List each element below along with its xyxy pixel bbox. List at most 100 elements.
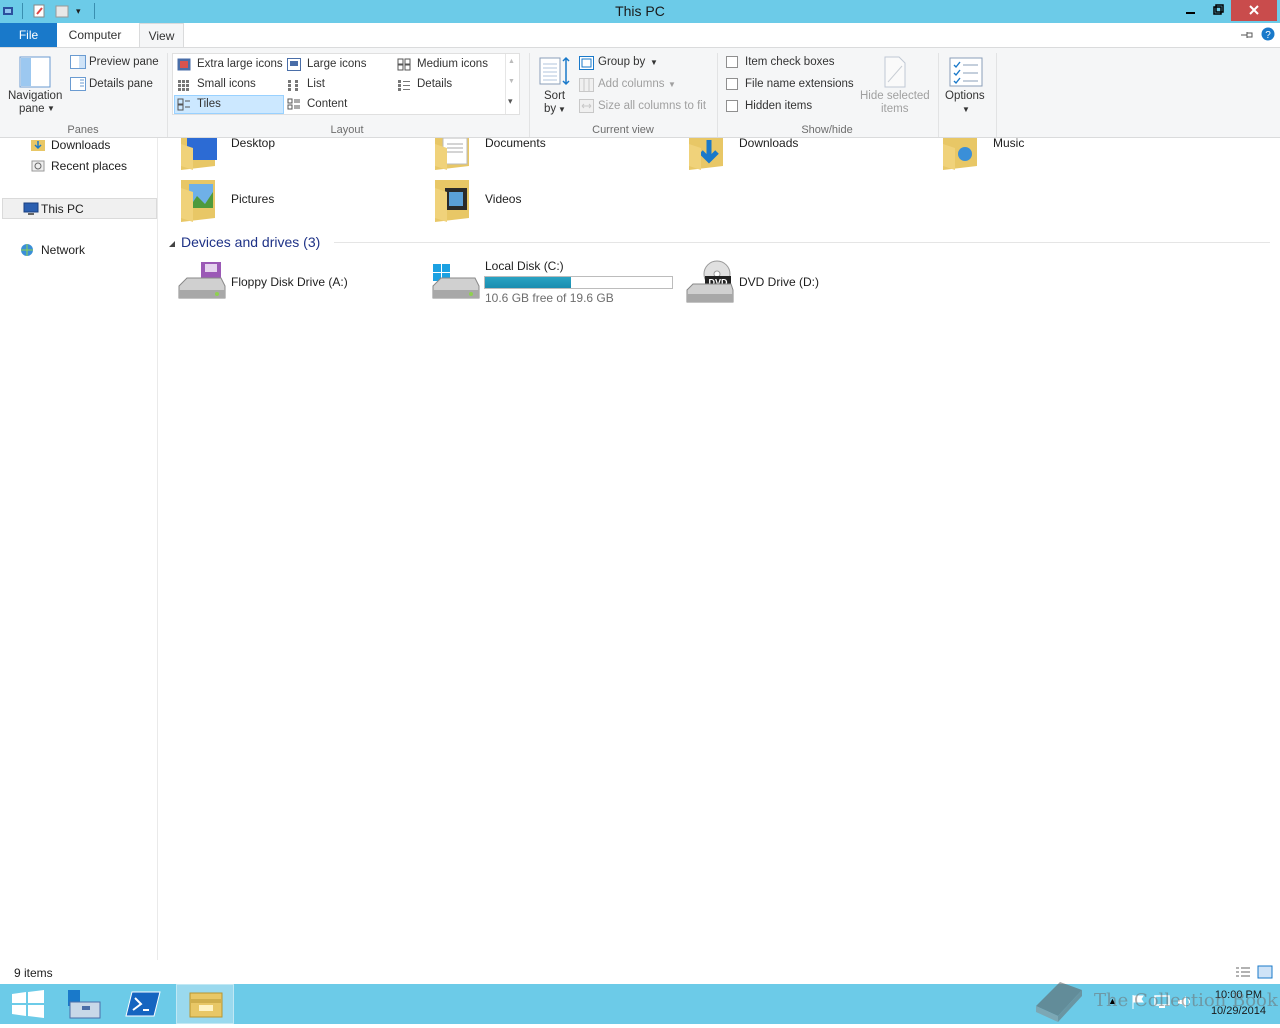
devices-section-header[interactable]: Devices and drives (3) (181, 234, 320, 250)
item-check-boxes-checkbox[interactable] (726, 56, 738, 68)
folder-videos[interactable]: Videos (485, 192, 521, 206)
folder-music[interactable]: Music (993, 136, 1024, 150)
minimize-button[interactable] (1177, 0, 1204, 21)
options-icon[interactable] (949, 57, 983, 87)
content-icon (287, 98, 301, 111)
folder-pictures[interactable]: Pictures (231, 192, 274, 206)
nav-item-this-pc[interactable]: This PC (2, 198, 157, 219)
group-by-dropdown-icon[interactable]: ▼ (650, 58, 658, 67)
hide-selected-items-label[interactable]: Hide selected (860, 90, 930, 102)
nav-item-downloads[interactable]: Downloads (51, 138, 110, 152)
drive-c-free-space: 10.6 GB free of 19.6 GB (485, 291, 614, 305)
start-button[interactable] (0, 984, 58, 1024)
collapse-section-icon[interactable] (168, 237, 176, 247)
watermark-text: The Collection Book (1094, 990, 1278, 1011)
hidden-items-checkbox[interactable] (726, 100, 738, 112)
videos-folder-icon[interactable] (433, 178, 477, 224)
layout-large-icons[interactable]: Large icons (307, 58, 366, 70)
navigation-pane-label-2[interactable]: pane (19, 103, 45, 115)
sort-by-label-2[interactable]: by (544, 103, 556, 115)
desktop-folder-icon[interactable] (179, 138, 223, 170)
floppy-drive-icon[interactable] (177, 260, 227, 304)
this-pc-icon (23, 202, 39, 216)
drive-c-usage-fill (485, 277, 572, 288)
list-icon (287, 79, 301, 92)
title-bar: ▾ This PC (0, 0, 1280, 23)
ribbon: Navigation pane ▼ Preview pane Details p… (0, 47, 1280, 138)
item-check-boxes-label[interactable]: Item check boxes (745, 56, 834, 68)
help-icon[interactable]: ? (1261, 27, 1275, 41)
sort-by-dropdown-icon[interactable]: ▼ (558, 105, 566, 114)
drive-floppy-a[interactable]: Floppy Disk Drive (A:) (231, 275, 348, 289)
add-columns-dropdown-icon[interactable]: ▼ (668, 80, 676, 89)
layout-tiles[interactable]: Tiles (197, 98, 221, 110)
file-name-extensions-checkbox[interactable] (726, 78, 738, 90)
downloads-folder-icon (30, 138, 46, 152)
close-button[interactable] (1231, 0, 1277, 21)
medium-icons-icon (397, 58, 411, 71)
downloads-folder-large-icon[interactable] (687, 138, 731, 170)
file-name-extensions-label[interactable]: File name extensions (745, 78, 854, 90)
layout-details[interactable]: Details (417, 78, 452, 90)
watermark: The Collection Book (1030, 976, 1278, 1024)
layout-small-icons[interactable]: Small icons (197, 78, 256, 90)
drive-local-disk-c[interactable]: Local Disk (C:) (485, 259, 564, 273)
extra-large-icons-icon (177, 58, 191, 71)
layout-content[interactable]: Content (307, 98, 347, 110)
dvd-drive-icon[interactable]: DVD (685, 260, 735, 306)
preview-pane-button[interactable]: Preview pane (89, 56, 159, 68)
navigation-pane-dropdown-icon[interactable]: ▼ (47, 104, 55, 113)
details-icon (397, 79, 411, 92)
file-explorer-button[interactable] (176, 984, 234, 1024)
music-folder-icon[interactable] (941, 138, 985, 170)
group-by-icon (579, 56, 594, 70)
group-by-button[interactable]: Group by (598, 56, 645, 68)
details-pane-button[interactable]: Details pane (89, 78, 153, 90)
options-label[interactable]: Options (945, 90, 985, 102)
navigation-pane-label[interactable]: Navigation (8, 90, 62, 102)
hide-selected-items-label-2[interactable]: items (881, 103, 908, 115)
pin-ribbon-icon[interactable] (1239, 28, 1255, 42)
nav-item-network[interactable]: Network (41, 243, 85, 257)
content-area: Desktop Documents Downloads Music Pictur… (159, 136, 1280, 960)
folder-documents[interactable]: Documents (485, 136, 546, 150)
hidden-items-label[interactable]: Hidden items (745, 100, 812, 112)
server-manager-button[interactable] (54, 984, 112, 1024)
tiles-icon (177, 98, 191, 111)
panes-group-label: Panes (67, 124, 99, 136)
local-disk-icon[interactable] (431, 260, 481, 304)
current-view-group-label: Current view (592, 124, 654, 136)
tab-computer[interactable]: Computer (57, 23, 133, 47)
size-all-columns-button[interactable]: Size all columns to fit (598, 100, 706, 112)
folder-downloads[interactable]: Downloads (739, 136, 798, 150)
nav-item-this-pc-label: This PC (41, 202, 84, 216)
nav-item-recent-places[interactable]: Recent places (51, 159, 127, 173)
restore-button[interactable] (1204, 0, 1231, 21)
tab-file[interactable]: File (0, 23, 57, 47)
tab-view[interactable]: View (139, 23, 184, 47)
navigation-pane: Downloads Recent places This PC Network (0, 138, 158, 960)
navigation-pane-icon[interactable] (19, 55, 51, 89)
window-title: This PC (615, 3, 665, 19)
sort-by-label[interactable]: Sort (544, 90, 565, 102)
details-pane-icon[interactable] (70, 77, 86, 91)
drive-dvd-d[interactable]: DVD Drive (D:) (739, 275, 819, 289)
preview-pane-icon[interactable] (70, 55, 86, 69)
powershell-button[interactable] (116, 984, 174, 1024)
watermark-book-icon (1036, 982, 1082, 1022)
layout-gallery-scroll[interactable]: ▲ ▼ ▾ (505, 54, 519, 114)
show-hide-group-label: Show/hide (801, 124, 853, 136)
documents-folder-icon[interactable] (433, 137, 477, 170)
sort-by-icon[interactable] (539, 56, 571, 86)
layout-extra-large-icons[interactable]: Extra large icons (197, 58, 283, 70)
folder-desktop[interactable]: Desktop (231, 136, 275, 150)
recent-places-icon (30, 159, 46, 173)
pictures-folder-icon[interactable] (179, 178, 223, 224)
item-count: 9 items (14, 966, 53, 980)
add-columns-button[interactable]: Add columns (598, 78, 664, 90)
layout-list[interactable]: List (307, 78, 325, 90)
small-icons-icon (177, 79, 191, 92)
options-dropdown-icon[interactable]: ▼ (962, 105, 970, 114)
hide-selected-items-icon[interactable] (882, 56, 908, 88)
layout-medium-icons[interactable]: Medium icons (417, 58, 488, 70)
